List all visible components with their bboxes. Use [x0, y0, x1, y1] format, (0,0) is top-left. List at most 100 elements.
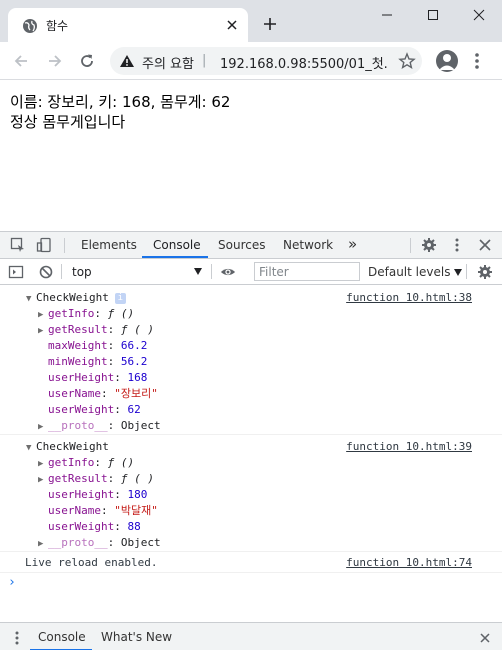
- property-key: userHeight: [48, 488, 115, 501]
- forward-button[interactable]: [44, 50, 66, 72]
- console-settings-gear-icon[interactable]: [477, 264, 493, 280]
- tab-strip: 함수: [0, 0, 502, 42]
- property-key: getResult: [48, 323, 108, 336]
- collapsed-triangle-icon[interactable]: ▶: [38, 419, 48, 435]
- collapsed-triangle-icon[interactable]: ▶: [38, 472, 48, 488]
- property-value: "장보리": [114, 387, 158, 400]
- browser-toolbar: 주의 요함 | 192.168.0.98:5500/01_첫...: [0, 42, 502, 80]
- property-separator: :: [114, 371, 128, 384]
- info-icon[interactable]: i: [114, 292, 126, 304]
- property-separator: :: [107, 323, 121, 336]
- property-row[interactable]: ▶ __proto__: Object: [38, 535, 161, 551]
- object-name: CheckWeight: [36, 291, 109, 304]
- expanded-triangle-icon[interactable]: ▼: [26, 440, 36, 456]
- log-levels-label: Default levels: [368, 265, 451, 279]
- property-row[interactable]: ▶ getResult: ƒ ( ): [38, 471, 154, 487]
- minimize-button[interactable]: [364, 0, 410, 30]
- tab-console[interactable]: Console: [153, 238, 201, 252]
- collapsed-triangle-icon[interactable]: ▶: [38, 456, 48, 472]
- property-key: __proto__: [48, 419, 108, 432]
- collapsed-triangle-icon[interactable]: ▶: [38, 307, 48, 323]
- property-value: "박달재": [114, 504, 158, 517]
- live-expression-eye-icon[interactable]: [220, 264, 236, 280]
- property-value: 66.2: [120, 339, 148, 352]
- back-button[interactable]: [10, 50, 32, 72]
- drawer-menu-icon[interactable]: [14, 630, 20, 646]
- expanded-triangle-icon[interactable]: ▼: [26, 291, 36, 307]
- property-row: userName: "장보리": [38, 386, 158, 402]
- log-levels-dropdown[interactable]: Default levels: [368, 265, 463, 279]
- property-key: userWeight: [48, 520, 115, 533]
- tab-sources[interactable]: Sources: [218, 238, 265, 252]
- property-separator: :: [94, 307, 108, 320]
- minimize-icon: [382, 14, 392, 16]
- close-drawer-icon[interactable]: [479, 632, 491, 644]
- collapsed-triangle-icon[interactable]: ▶: [38, 536, 48, 552]
- dropdown-arrow-icon: [454, 269, 463, 276]
- page-line-result: 정상 몸무게입니다: [10, 113, 126, 131]
- property-row[interactable]: ▶ __proto__: Object: [38, 418, 161, 434]
- profile-avatar[interactable]: [436, 50, 458, 72]
- source-link[interactable]: function 10.html:38: [346, 290, 472, 306]
- property-value: 56.2: [120, 355, 148, 368]
- kebab-menu-icon[interactable]: [474, 51, 480, 71]
- device-toolbar-icon[interactable]: [36, 237, 52, 253]
- property-key: getInfo: [48, 307, 95, 320]
- log-text: Live reload enabled.: [25, 556, 158, 569]
- sidebar-toggle-icon[interactable]: [8, 264, 24, 280]
- more-tabs-button[interactable]: »: [348, 235, 357, 253]
- property-separator: :: [94, 456, 108, 469]
- property-value: 88: [127, 520, 141, 533]
- property-row: userWeight: 62: [38, 402, 141, 418]
- collapsed-triangle-icon[interactable]: ▶: [38, 323, 48, 339]
- warning-icon[interactable]: [119, 54, 135, 68]
- page-content: 이름: 장보리, 키: 168, 몸무게: 62 정상 몸무게입니다: [0, 81, 502, 231]
- property-row[interactable]: ▶ getInfo: ƒ (): [38, 306, 134, 322]
- console-toolbar: top Default levels: [0, 259, 502, 285]
- context-label: top: [72, 265, 92, 279]
- bookmark-star-icon[interactable]: [398, 52, 416, 70]
- tab-elements[interactable]: Elements: [81, 238, 137, 252]
- devtools-menu-icon[interactable]: [449, 237, 465, 253]
- property-row[interactable]: ▶ getInfo: ƒ (): [38, 455, 134, 471]
- property-separator: :: [107, 419, 121, 432]
- property-separator: :: [114, 520, 128, 533]
- settings-gear-icon[interactable]: [421, 237, 437, 253]
- clear-console-icon[interactable]: [38, 264, 54, 280]
- property-value: 168: [127, 371, 148, 384]
- security-warning-label[interactable]: 주의 요함: [142, 53, 194, 72]
- browser-tab[interactable]: 함수: [8, 8, 248, 42]
- object-header[interactable]: ▼ CheckWeight i: [26, 290, 126, 306]
- drawer-tab-whats-new[interactable]: What's New: [101, 630, 172, 644]
- close-devtools-icon[interactable]: [477, 237, 493, 253]
- object-header[interactable]: ▼ CheckWeight: [26, 439, 109, 455]
- inspect-element-icon[interactable]: [10, 237, 26, 253]
- new-tab-icon[interactable]: [262, 16, 278, 32]
- property-row: userWeight: 88: [38, 519, 141, 535]
- close-window-button[interactable]: [456, 0, 502, 30]
- tab-network[interactable]: Network: [283, 238, 333, 252]
- reload-button[interactable]: [76, 50, 98, 72]
- back-arrow-icon: [14, 55, 27, 67]
- drawer-tab-console[interactable]: Console: [38, 630, 86, 644]
- property-separator: :: [100, 504, 115, 517]
- globe-icon: [23, 19, 37, 33]
- url-text[interactable]: 192.168.0.98:5500/01_첫...: [220, 53, 388, 72]
- property-value: 62: [127, 403, 141, 416]
- context-selector[interactable]: top: [64, 262, 206, 281]
- property-key: userName: [48, 504, 101, 517]
- property-row[interactable]: ▶ getResult: ƒ ( ): [38, 322, 154, 338]
- console-prompt[interactable]: ›: [8, 575, 16, 590]
- property-separator: :: [114, 403, 128, 416]
- address-bar[interactable]: 주의 요함 | 192.168.0.98:5500/01_첫...: [110, 47, 422, 75]
- close-tab-icon[interactable]: [224, 17, 240, 33]
- property-row: maxWeight: 66.2: [38, 338, 147, 354]
- source-link[interactable]: function 10.html:74: [346, 555, 472, 571]
- profile-icon: [439, 54, 455, 70]
- property-value: ƒ ( ): [120, 472, 154, 485]
- maximize-button[interactable]: [410, 0, 456, 30]
- property-key: __proto__: [48, 536, 108, 549]
- source-link[interactable]: function 10.html:39: [346, 439, 472, 455]
- property-key: userHeight: [48, 371, 115, 384]
- console-filter-input[interactable]: [254, 262, 360, 281]
